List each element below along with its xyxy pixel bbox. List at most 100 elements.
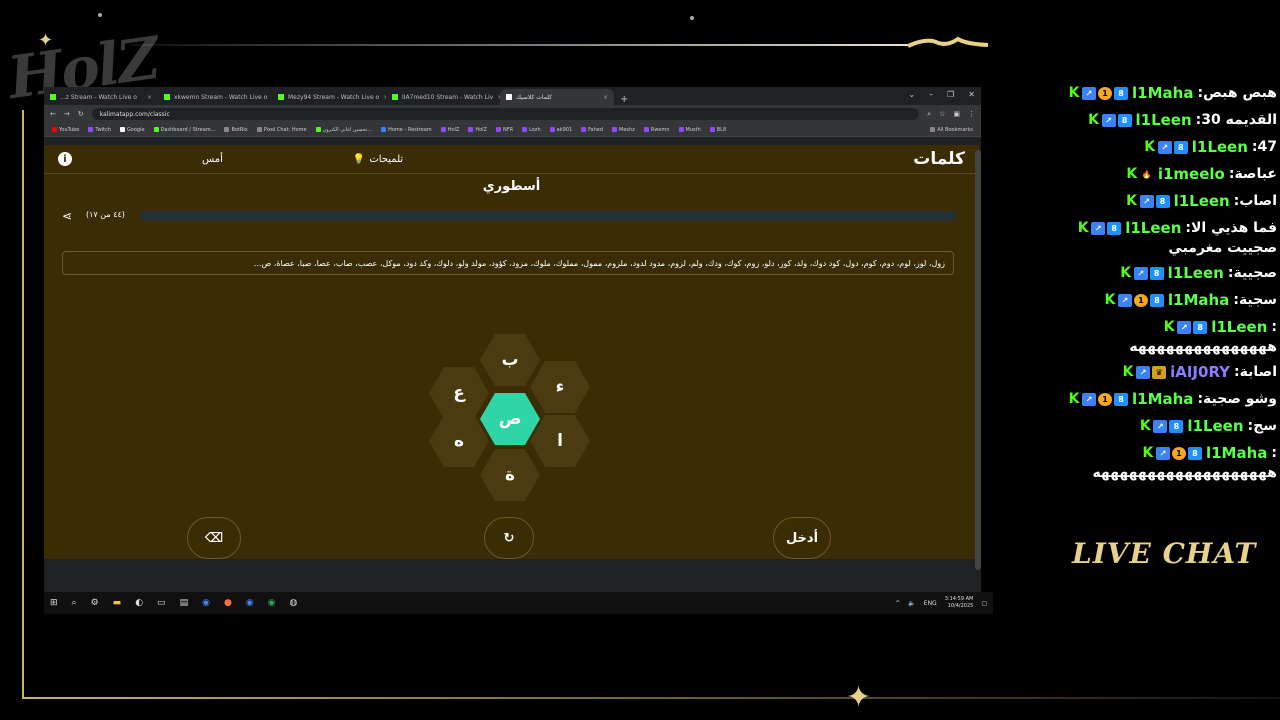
back-icon[interactable]: ← (50, 110, 56, 118)
star-icon: ✦ (38, 30, 54, 51)
bookmark-item[interactable]: Home - Restream (381, 127, 432, 133)
bookmark-item[interactable]: HolZ (468, 127, 487, 133)
chat-message: K ↗ 8 l1Leen: (995, 318, 1277, 337)
app-icon[interactable]: ◐ (135, 598, 143, 608)
chrome-icon[interactable]: ◉ (246, 598, 254, 608)
share-icon[interactable]: ⋖ (62, 209, 72, 223)
bookmark-item[interactable]: Musth (678, 127, 701, 133)
extensions-icon[interactable]: ▣ (953, 110, 960, 118)
chevron-up-icon[interactable]: ^ (895, 600, 900, 607)
bookmark-item[interactable]: Google (119, 127, 145, 133)
chat-username[interactable]: iAIJ0RY (1170, 363, 1230, 382)
bookmark-item[interactable]: BL8 (709, 127, 726, 133)
language-indicator[interactable]: ENG (924, 600, 937, 607)
letter-top-right[interactable]: ء (530, 361, 590, 413)
hints-button[interactable]: 💡 تلميحات (353, 154, 403, 165)
chat-username[interactable]: l1Leen (1211, 318, 1267, 337)
bookmark-item[interactable]: HolZ (440, 127, 459, 133)
browser-tab-active[interactable]: كلمات كلاسيك × (500, 89, 614, 105)
speaker-icon[interactable]: 🔈 (908, 600, 915, 607)
bookmark-item[interactable]: ak901 (549, 127, 572, 133)
chat-username[interactable]: l1Leen (1174, 192, 1230, 211)
bookmark-item[interactable]: Dashboard / Stream... (153, 127, 215, 133)
chrome-icon[interactable]: ◉ (268, 598, 276, 608)
url-field[interactable]: kalimatapp.com/classic (91, 108, 920, 120)
firefox-icon[interactable]: ● (224, 598, 232, 608)
yesterday-button[interactable]: أمس (202, 154, 223, 165)
bookmark-item[interactable]: Rwemn (643, 127, 670, 133)
folder-icon[interactable]: ▬ (113, 598, 122, 608)
bookmark-item[interactable]: Lozh (522, 127, 541, 133)
swoosh-decoration (907, 36, 989, 48)
forward-icon[interactable]: → (64, 110, 70, 118)
delete-button[interactable]: ⌫ (187, 517, 241, 559)
kick-icon: K (1125, 193, 1138, 209)
menu-icon[interactable]: ⋮ (968, 110, 975, 118)
bookmark-item[interactable]: تحسين اغاني الكترون... (315, 127, 372, 133)
dropdown-icon[interactable]: ⌄ (908, 90, 915, 99)
chat-username[interactable]: l1Leen (1187, 417, 1243, 436)
gifter-badge-icon: 8 (1107, 222, 1122, 235)
bookmark-item[interactable]: Twitch (88, 127, 111, 133)
chat-separator: : (1271, 319, 1277, 335)
score-label: (٤٤ من ١٧) (86, 210, 125, 219)
bookmark-item[interactable]: Fahed (581, 127, 603, 133)
gifter-badge-icon: 8 (1187, 447, 1202, 460)
browser-tab[interactable]: ...z Stream - Watch Live o × (44, 89, 158, 105)
chat-username[interactable]: l1Maha (1132, 84, 1193, 103)
letter-bottom-left[interactable]: ه (429, 415, 489, 467)
enter-button[interactable]: أدخل (773, 517, 831, 559)
letter-bottom[interactable]: ة (480, 449, 540, 501)
app-icon[interactable]: ▭ (157, 598, 166, 608)
chat-username[interactable]: l1Maha (1168, 291, 1229, 310)
bookmark-item[interactable]: NFR (495, 127, 513, 133)
chat-username[interactable]: l1Leen (1192, 138, 1248, 157)
rank-label: أسطوري (482, 179, 541, 194)
minimize-button[interactable]: – (929, 90, 933, 99)
chrome-icon[interactable]: ◉ (202, 598, 210, 608)
chat-username[interactable]: l1Leen (1136, 111, 1192, 130)
search-icon[interactable]: ⌕ (72, 598, 77, 608)
chat-message: عباصة K 🔥 i1meelo: (995, 165, 1277, 184)
browser-tab[interactable]: xkwemn Stream - Watch Live o× (158, 89, 272, 105)
app-brand: كلمات (913, 149, 965, 169)
bookmark-item[interactable]: Pixel Chat: Home (256, 127, 307, 133)
close-window-button[interactable]: ✕ (968, 90, 975, 99)
shuffle-button[interactable]: ↻ (484, 517, 534, 559)
chat-username[interactable]: l1Leen (1168, 264, 1224, 283)
windows-start-icon[interactable]: ⊞ (50, 598, 58, 608)
bookmark-item[interactable]: YouTube (52, 127, 79, 133)
close-tab-icon[interactable]: × (603, 94, 608, 101)
new-tab-button[interactable]: + (614, 94, 634, 105)
chat-message: اصابة K ↗ ♛ iAIJ0RY: (995, 363, 1277, 382)
bookmark-item[interactable]: Meshz (612, 127, 635, 133)
notification-icon[interactable]: ▢ (981, 600, 987, 607)
close-tab-icon[interactable]: × (147, 94, 152, 101)
kick-icon: K (1077, 220, 1090, 236)
reload-icon[interactable]: ↻ (78, 110, 84, 118)
browser-tab[interactable]: IIA7med10 Stream - Watch Liv × (386, 89, 500, 105)
found-words-list[interactable]: زول، لوز، لوم، دوم، كوم، دول، كود دوك، و… (62, 251, 954, 275)
chat-message: هبص هبص K ↗ 1 8 l1Maha: (995, 84, 1277, 103)
chat-username[interactable]: l1Maha (1206, 444, 1267, 463)
search-icon[interactable]: ⌕ (927, 110, 931, 119)
gifter-badge-icon: 8 (1149, 267, 1164, 280)
info-icon[interactable]: i (58, 152, 72, 166)
maximize-button[interactable]: ❐ (947, 90, 954, 99)
chat-username[interactable]: i1meelo (1158, 165, 1225, 184)
chat-username[interactable]: l1Maha (1132, 390, 1193, 409)
chat-username[interactable]: l1Leen (1125, 219, 1181, 238)
clock[interactable]: 3:14:59 AM 10/4/2025 (945, 596, 974, 610)
scrollbar[interactable] (975, 150, 981, 570)
all-bookmarks[interactable]: All Bookmarks (930, 127, 973, 133)
app-icon[interactable]: ▤ (180, 598, 189, 608)
bookmark-star-icon[interactable]: ☆ (939, 110, 945, 118)
letter-bottom-right[interactable]: ا (530, 415, 590, 467)
letter-top-left[interactable]: ع (429, 367, 489, 419)
letter-top[interactable]: ب (480, 334, 540, 386)
letter-center[interactable]: ص (480, 393, 540, 445)
browser-tab[interactable]: Mezy94 Stream - Watch Live o × (272, 89, 386, 105)
steam-icon[interactable]: ◍ (290, 598, 298, 608)
bookmark-item[interactable]: BotRix (224, 127, 248, 133)
settings-icon[interactable]: ⚙ (91, 598, 99, 608)
